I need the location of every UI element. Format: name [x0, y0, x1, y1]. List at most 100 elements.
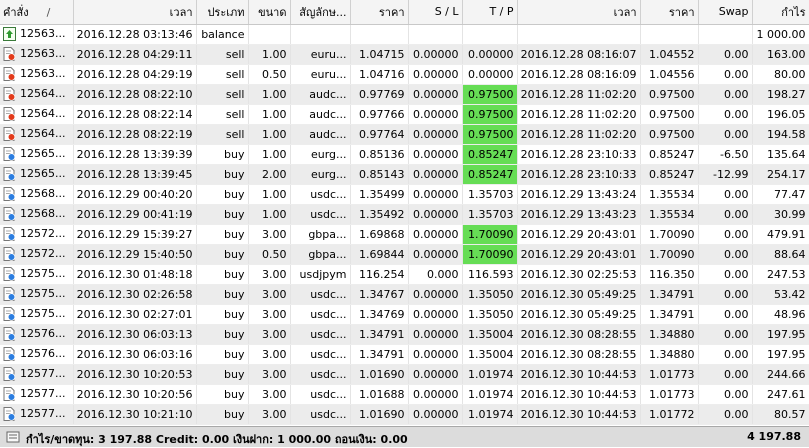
symbol-cell: usdc... [290, 364, 351, 385]
column-header-size[interactable]: ขนาด [248, 0, 291, 25]
table-row[interactable]: 12576... 2016.12.30 06:03:16 buy 3.00 usdc..… [0, 344, 809, 365]
sl-cell: 0.00000 [408, 304, 463, 325]
column-header-symbol[interactable]: สัญลักษ... [290, 0, 351, 25]
table-row[interactable]: 12564... 2016.12.28 08:22:10 sell 1.00 audc.… [0, 84, 809, 105]
table-row[interactable]: 12565... 2016.12.28 13:39:39 buy 1.00 eurg..… [0, 144, 809, 165]
type-cell: buy [196, 344, 249, 365]
type-cell: buy [196, 184, 249, 205]
buy-order-icon [3, 307, 16, 321]
profit-cell: 1 000.00 [752, 24, 809, 45]
table-row[interactable]: 12577... 2016.12.30 10:20:53 buy 3.00 usdc..… [0, 364, 809, 385]
close-price-cell: 0.85247 [640, 164, 699, 185]
column-header-ticket[interactable]: คำสั่ง / [0, 0, 74, 25]
tp-cell: 1.35004 [462, 344, 518, 365]
column-header-close-price[interactable]: ราคา [640, 0, 699, 25]
swap-cell: 0.00 [698, 244, 753, 265]
table-row[interactable]: 12564... 2016.12.28 08:22:14 sell 1.00 audc.… [0, 104, 809, 125]
close-time-cell: 2016.12.30 05:49:25 [517, 284, 641, 305]
ticket-cell: 12563... [0, 24, 74, 45]
buy-order-icon [3, 267, 16, 281]
close-price-cell: 1.70090 [640, 244, 699, 265]
swap-cell: 0.00 [698, 364, 753, 385]
size-cell: 3.00 [248, 224, 291, 245]
close-time-cell: 2016.12.29 20:43:01 [517, 244, 641, 265]
close-time-cell: 2016.12.28 11:02:20 [517, 84, 641, 105]
ticket-number: 12563... [20, 27, 66, 40]
close-price-cell: 1.34791 [640, 284, 699, 305]
column-header-close-time[interactable]: เวลา [517, 0, 641, 25]
ticket-cell: 12564... [0, 124, 74, 145]
column-header-open-price[interactable]: ราคา [350, 0, 409, 25]
open-price-cell: 1.35499 [350, 184, 409, 205]
ticket-number: 12577... [20, 407, 66, 420]
type-cell: buy [196, 364, 249, 385]
table-row[interactable]: 12577... 2016.12.30 10:20:56 buy 3.00 usdc..… [0, 384, 809, 405]
size-cell: 1.00 [248, 124, 291, 145]
symbol-cell: usdc... [290, 184, 351, 205]
ticket-number: 12565... [20, 167, 66, 180]
profit-cell: 88.64 [752, 244, 809, 265]
symbol-cell: usdc... [290, 204, 351, 225]
sl-cell: 0.00000 [408, 404, 463, 425]
ticket-number: 12565... [20, 147, 66, 160]
sl-cell: 0.00000 [408, 144, 463, 165]
tp-cell: 1.01974 [462, 384, 518, 405]
table-row[interactable]: 12572... 2016.12.29 15:40:50 buy 0.50 gbpa..… [0, 244, 809, 265]
buy-order-icon [3, 287, 16, 301]
ticket-cell: 12568... [0, 204, 74, 225]
sell-order-icon [3, 107, 16, 121]
column-header-open-time[interactable]: เวลา [73, 0, 197, 25]
table-row[interactable]: 12572... 2016.12.29 15:39:27 buy 3.00 gbpa..… [0, 224, 809, 245]
ticket-number: 12564... [20, 107, 66, 120]
table-row[interactable]: 12577... 2016.12.30 10:21:10 buy 3.00 usdc..… [0, 404, 809, 425]
open-time-cell: 2016.12.28 08:22:19 [73, 124, 197, 145]
table-row[interactable]: 12563... 2016.12.28 03:13:46 balance 1 000.… [0, 24, 809, 45]
size-cell: 3.00 [248, 284, 291, 305]
table-row[interactable]: 12575... 2016.12.30 02:26:58 buy 3.00 usdc..… [0, 284, 809, 305]
close-price-cell: 1.01772 [640, 404, 699, 425]
tp-cell: 0.97500 [462, 124, 518, 145]
open-time-cell: 2016.12.28 03:13:46 [73, 24, 197, 45]
table-row[interactable]: 12568... 2016.12.29 00:40:20 buy 1.00 usdc..… [0, 184, 809, 205]
table-row[interactable]: 12575... 2016.12.30 01:48:18 buy 3.00 usdjpy… [0, 264, 809, 285]
close-time-cell: 2016.12.30 02:25:53 [517, 264, 641, 285]
table-row[interactable]: 12576... 2016.12.30 06:03:13 buy 3.00 usdc..… [0, 324, 809, 345]
table-row[interactable]: 12564... 2016.12.28 08:22:19 sell 1.00 audc.… [0, 124, 809, 145]
open-time-cell: 2016.12.30 02:26:58 [73, 284, 197, 305]
summary-text: กำไร/ขาดทุน: 3 197.88 Credit: 0.00 เงินฝ… [26, 433, 408, 446]
column-header-profit[interactable]: กำไร [752, 0, 809, 25]
size-cell: 3.00 [248, 344, 291, 365]
sl-cell: 0.00000 [408, 184, 463, 205]
table-row[interactable]: 12568... 2016.12.29 00:41:19 buy 1.00 usdc..… [0, 204, 809, 225]
column-header-type[interactable]: ประเภท [196, 0, 249, 25]
ticket-number: 12576... [20, 327, 66, 340]
table-row[interactable]: 12575... 2016.12.30 02:27:01 buy 3.00 usdc..… [0, 304, 809, 325]
close-price-cell: 1.70090 [640, 224, 699, 245]
table-row[interactable]: 12563... 2016.12.28 04:29:11 sell 1.00 euru.… [0, 44, 809, 65]
profit-cell: 479.91 [752, 224, 809, 245]
symbol-cell: eurg... [290, 164, 351, 185]
swap-cell: 0.00 [698, 64, 753, 85]
column-header-tp[interactable]: T / P [462, 0, 518, 25]
open-time-cell: 2016.12.30 01:48:18 [73, 264, 197, 285]
open-price-cell: 0.97764 [350, 124, 409, 145]
swap-cell: 0.00 [698, 104, 753, 125]
ticket-number: 12575... [20, 307, 66, 320]
swap-cell: 0.00 [698, 304, 753, 325]
summary-total: 4 197.88 [747, 430, 801, 443]
column-header-sl[interactable]: S / L [408, 0, 463, 25]
tp-cell: 0.97500 [462, 104, 518, 125]
open-price-cell: 1.34791 [350, 324, 409, 345]
close-price-cell: 1.34880 [640, 344, 699, 365]
table-row[interactable]: 12565... 2016.12.28 13:39:45 buy 2.00 eurg..… [0, 164, 809, 185]
close-time-cell: 2016.12.30 08:28:55 [517, 324, 641, 345]
size-cell: 1.00 [248, 84, 291, 105]
type-cell: sell [196, 124, 249, 145]
column-header-swap[interactable]: Swap [698, 0, 753, 25]
open-price-cell: 0.85136 [350, 144, 409, 165]
profit-cell: 163.00 [752, 44, 809, 65]
ticket-cell: 12565... [0, 144, 74, 165]
table-row[interactable]: 12563... 2016.12.28 04:29:19 sell 0.50 euru.… [0, 64, 809, 85]
ticket-cell: 12576... [0, 324, 74, 345]
ticket-cell: 12564... [0, 104, 74, 125]
